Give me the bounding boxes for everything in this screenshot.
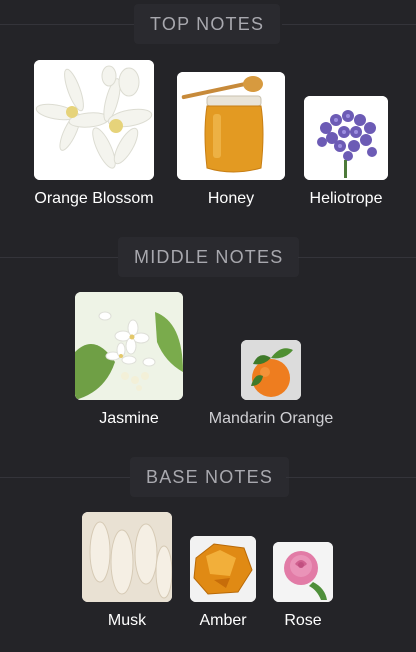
note-label: Jasmine [99,410,159,427]
heliotrope-flower-image [304,96,388,180]
divider-line [282,24,416,25]
note-label: Rose [284,612,322,629]
note-amber[interactable]: Amber [186,536,260,630]
honey-jar-image [177,72,285,180]
orange-blossom-image [34,60,154,180]
mandarin-orange-image [241,340,301,400]
note-label: Amber [199,612,247,629]
divider-line [286,477,416,478]
note-honey[interactable]: Honey [176,72,286,208]
note-mandarin-orange[interactable]: Mandarin Orange [196,340,346,428]
section-header-top-notes: TOP NOTES [0,4,416,44]
note-heliotrope[interactable]: Heliotrope [298,96,394,208]
note-label: Honey [207,190,255,207]
section-header-base-notes: BASE NOTES [0,457,416,497]
musk-image [82,512,172,602]
divider-line [0,24,134,25]
note-musk[interactable]: Musk [80,512,174,630]
note-rose[interactable]: Rose [270,542,336,630]
section-title: BASE NOTES [130,457,290,497]
note-label: Heliotrope [309,190,383,207]
note-label: Musk [107,612,147,629]
note-orange-blossom[interactable]: Orange Blossom [26,60,162,208]
jasmine-flower-image [75,292,183,400]
section-header-middle-notes: MIDDLE NOTES [0,237,416,277]
rose-image [273,542,333,602]
note-label: Mandarin Orange [208,410,334,427]
section-title: TOP NOTES [134,4,281,44]
divider-line [298,257,416,258]
note-label: Orange Blossom [34,190,154,207]
section-title: MIDDLE NOTES [118,237,300,277]
divider-line [0,477,130,478]
note-jasmine[interactable]: Jasmine [74,292,184,428]
divider-line [0,257,118,258]
amber-image [190,536,256,602]
